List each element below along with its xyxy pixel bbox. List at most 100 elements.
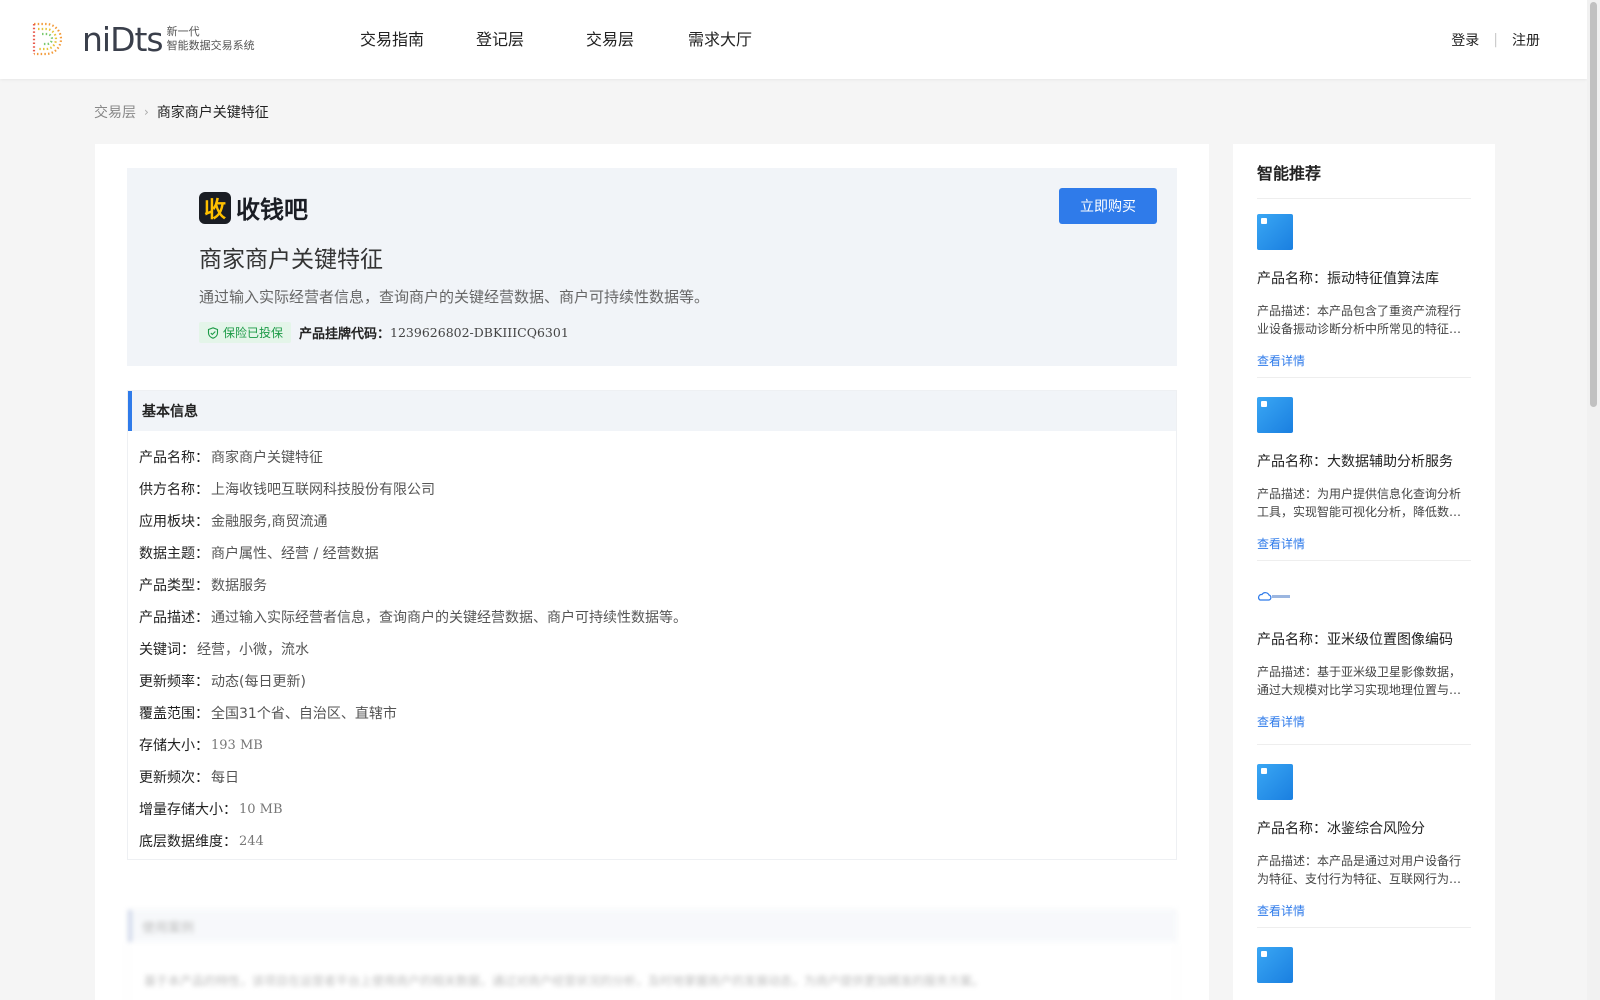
info-row: 产品类型： 数据服务 [139, 569, 1176, 601]
page-scrollbar[interactable] [1587, 0, 1600, 1000]
info-row-value: 每日 [211, 770, 239, 786]
top-header: niDts 新一代 智能数据交易系统 交易指南 登记层 交易层 需求大厅 登录 … [0, 0, 1587, 79]
product-meta: 保险已投保 产品挂牌代码： 1239626802-DBKIIICQ6301 [199, 322, 569, 343]
info-row-label: 存储大小： [139, 738, 209, 754]
logo-subtitle-line2: 智能数据交易系统 [166, 39, 255, 52]
info-row-label: 产品类型： [139, 578, 209, 594]
sidebar-divider [1257, 198, 1471, 199]
rec-name[interactable]: 产品名称：大数据辅助分析服务 [1257, 451, 1471, 471]
info-row-value: 10 MB [239, 801, 283, 817]
breadcrumb: 交易层 › 商家商户关键特征 [94, 102, 269, 122]
breadcrumb-parent[interactable]: 交易层 [94, 102, 136, 122]
rec-divider [1257, 927, 1471, 928]
rec-name[interactable]: 产品名称：亚米级位置图像编码 [1257, 629, 1471, 649]
info-row-value: 通过输入实际经营者信息，查询商户的关键经营数据、商户可持续性数据等。 [211, 610, 687, 626]
info-row-label: 供方名称： [139, 482, 209, 498]
info-row: 覆盖范围： 全国31个省、自治区、直辖市 [139, 697, 1176, 729]
info-row-value: 数据服务 [211, 578, 267, 594]
nav-registration-layer[interactable]: 登记层 [476, 26, 586, 50]
info-row: 更新频率： 动态(每日更新) [139, 665, 1176, 697]
rec-thumbnail[interactable] [1257, 589, 1293, 605]
rec-divider [1257, 377, 1471, 378]
rec-name[interactable]: 产品名称：冰鉴综合风险分 [1257, 818, 1471, 838]
info-row: 应用板块： 金融服务,商贸流通 [139, 505, 1176, 537]
register-link[interactable]: 注册 [1512, 30, 1540, 50]
info-row: 关键词： 经营，小微，流水 [139, 633, 1176, 665]
insurance-badge: 保险已投保 [199, 322, 292, 343]
info-row-value: 经营，小微，流水 [197, 642, 309, 658]
info-row: 产品描述： 通过输入实际经营者信息，查询商户的关键经营数据、商户可持续性数据等。 [139, 601, 1176, 633]
info-row: 供方名称： 上海收钱吧互联网科技股份有限公司 [139, 473, 1176, 505]
auth-links: 登录 | 注册 [1451, 30, 1540, 50]
recommendation-sidebar: 智能推荐 产品名称：振动特征值算法库 产品描述：本产品包含了重资产流程行业设备振… [1233, 144, 1495, 1000]
info-row-value: 商家商户关键特征 [211, 450, 323, 466]
rec-detail-link[interactable]: 查看详情 [1257, 535, 1471, 552]
info-row-label: 更新频次： [139, 770, 209, 786]
info-row: 更新频次： 每日 [139, 761, 1176, 793]
logo-subtitle: 新一代 智能数据交易系统 [167, 25, 255, 53]
rec-item: 产品名称：亚米级位置图像编码 产品描述：基于亚米级卫星影像数据，通过大规模对比学… [1257, 589, 1471, 730]
blurred-section-heading: 使用案例 [128, 910, 1176, 942]
info-row: 存储大小： 193 MB [139, 729, 1176, 761]
info-row: 产品名称： 商家商户关键特征 [139, 441, 1176, 473]
rec-divider [1257, 560, 1471, 561]
info-row-label: 应用板块： [139, 514, 209, 530]
blurred-section-text: 基于本产品的特性，该项目在运营者平台上使用商户的相关数据，通过对商户经营状况的分… [144, 974, 985, 988]
logo-subtitle-line1: 新一代 [166, 25, 200, 38]
rec-item [1257, 947, 1471, 983]
rec-detail-link[interactable]: 查看详情 [1257, 902, 1471, 919]
info-row-value: 244 [239, 833, 264, 849]
auth-separator: | [1493, 32, 1498, 48]
info-row-value: 动态(每日更新) [211, 674, 306, 690]
info-row-value: 193 MB [211, 737, 263, 753]
provider-brand-name: 收钱吧 [236, 196, 308, 224]
info-row-value: 全国31个省、自治区、直辖市 [211, 706, 397, 722]
listing-code-label: 产品挂牌代码： [299, 327, 391, 342]
insurance-badge-label: 保险已投保 [223, 326, 284, 340]
info-row: 增量存储大小： 10 MB [139, 793, 1176, 825]
product-title: 商家商户关键特征 [199, 247, 383, 273]
rec-description: 产品描述：为用户提供信息化查询分析工具，实现智能可视化分析，降低数… [1257, 487, 1462, 519]
sidebar-title: 智能推荐 [1257, 164, 1322, 183]
rec-item: 产品名称：冰鉴综合风险分 产品描述：本产品是通过对用户设备行为特征、支付行为特征… [1257, 764, 1471, 919]
product-hero: 收 收钱吧 商家商户关键特征 通过输入实际经营者信息，查询商户的关键经营数据、商… [127, 168, 1177, 366]
rec-thumbnail[interactable] [1257, 764, 1293, 800]
rec-description: 产品描述：本产品是通过对用户设备行为特征、支付行为特征、互联网行为… [1257, 854, 1462, 886]
scrollbar-thumb[interactable] [1590, 2, 1597, 407]
rec-description: 产品描述：基于亚米级卫星影像数据，通过大规模对比学习实现地理位置与… [1257, 665, 1462, 697]
buy-now-button[interactable]: 立即购买 [1059, 188, 1157, 224]
rec-thumbnail[interactable] [1257, 397, 1293, 433]
breadcrumb-current: 商家商户关键特征 [156, 105, 269, 121]
info-row-value: 上海收钱吧互联网科技股份有限公司 [211, 482, 435, 498]
info-row: 底层数据维度： 244 [139, 825, 1176, 857]
nav-trading-guide[interactable]: 交易指南 [360, 26, 476, 50]
rec-description: 产品描述：本产品包含了重资产流程行业设备振动诊断分析中所常见的特征… [1257, 304, 1462, 336]
info-row-label: 产品名称： [139, 450, 209, 466]
info-row-label: 数据主题： [139, 546, 209, 562]
main-nav: 交易指南 登记层 交易层 需求大厅 [360, 26, 788, 50]
info-row-value: 金融服务,商贸流通 [211, 514, 328, 530]
rec-thumbnail[interactable] [1257, 947, 1293, 983]
info-row-value: 商户属性、经营 / 经营数据 [211, 546, 379, 562]
nav-demand-hall[interactable]: 需求大厅 [688, 26, 788, 50]
rec-detail-link[interactable]: 查看详情 [1257, 352, 1471, 369]
info-row-label: 增量存储大小： [139, 802, 237, 818]
rec-thumbnail[interactable] [1257, 214, 1293, 250]
basic-info-list: 产品名称： 商家商户关键特征 供方名称： 上海收钱吧互联网科技股份有限公司 应用板块：金… [128, 431, 1176, 857]
basic-info-heading: 基本信息 [128, 391, 1176, 431]
rec-divider [1257, 744, 1471, 745]
info-row-label: 覆盖范围： [139, 706, 209, 722]
chevron-right-icon: › [144, 105, 149, 119]
login-link[interactable]: 登录 [1451, 30, 1479, 50]
info-row-label: 产品描述： [139, 610, 209, 626]
cloud-logo-icon [1258, 592, 1290, 601]
provider-brand: 收 收钱吧 [199, 190, 308, 225]
product-main-panel: 收 收钱吧 商家商户关键特征 通过输入实际经营者信息，查询商户的关键经营数据、商… [95, 144, 1209, 1000]
nav-trading-layer[interactable]: 交易层 [586, 26, 688, 50]
site-logo[interactable]: niDts 新一代 智能数据交易系统 [28, 18, 255, 60]
listing-code-value: 1239626802-DBKIIICQ6301 [390, 325, 569, 340]
rec-item: 产品名称：振动特征值算法库 产品描述：本产品包含了重资产流程行业设备振动诊断分析… [1257, 214, 1471, 369]
rec-detail-link[interactable]: 查看详情 [1257, 713, 1471, 730]
rec-name[interactable]: 产品名称：振动特征值算法库 [1257, 268, 1471, 288]
shield-check-icon [207, 326, 219, 339]
